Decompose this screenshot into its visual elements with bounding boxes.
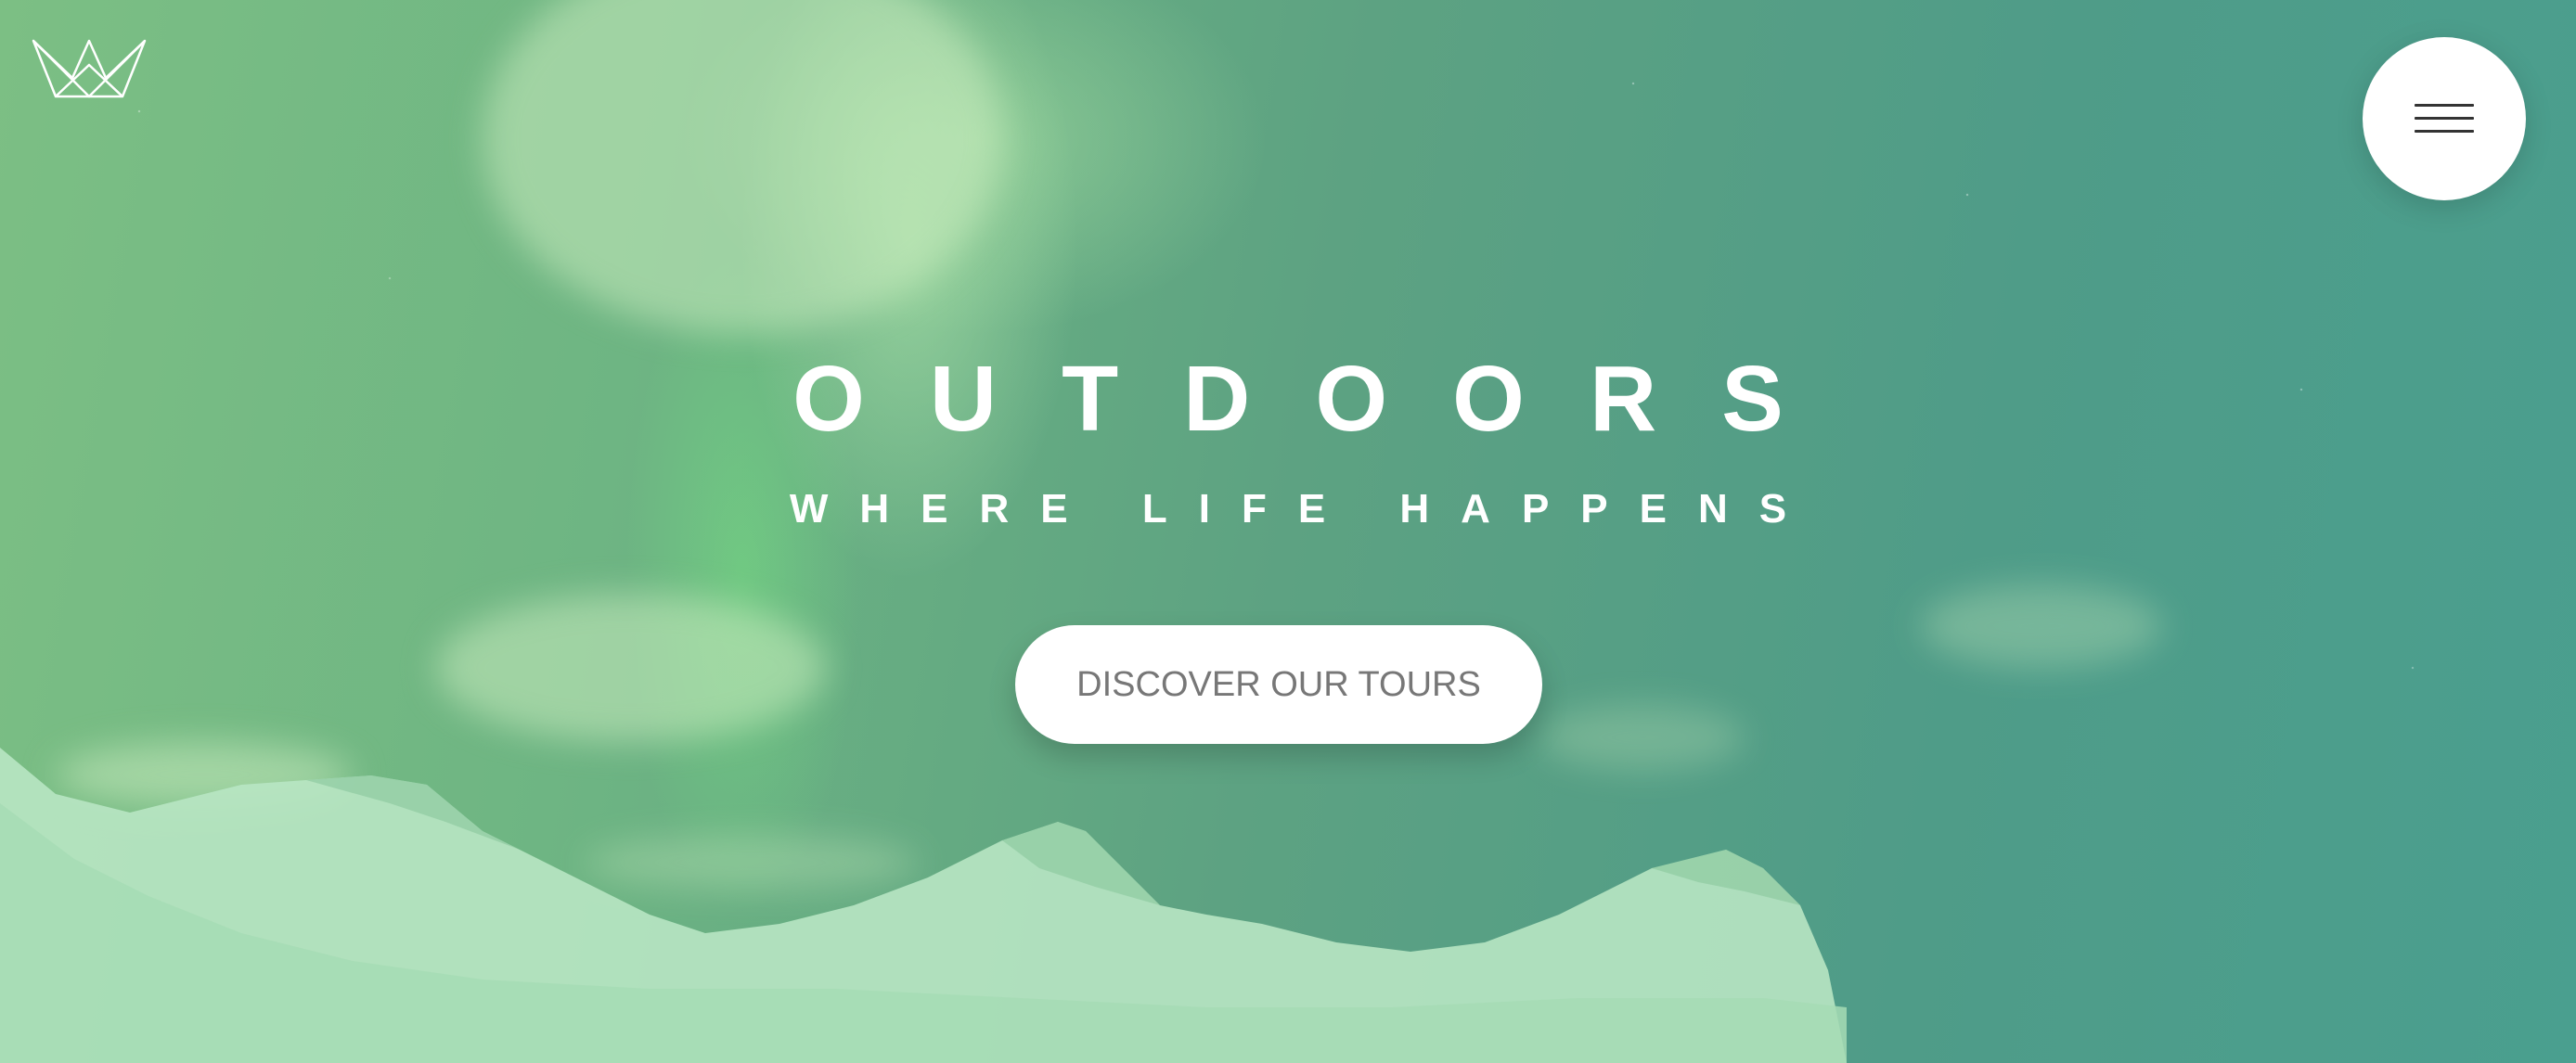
- snowy-mountains: [0, 748, 1847, 1063]
- crown-logo-icon[interactable]: [32, 37, 147, 98]
- hero-heading: OUTDOORS WHERE LIFE HAPPENS: [0, 339, 2576, 537]
- discover-tours-button[interactable]: DISCOVER OUR TOURS: [1015, 625, 1542, 744]
- hero-title: OUTDOORS: [792, 347, 1848, 451]
- hamburger-menu-icon: [2415, 104, 2474, 134]
- hero-subtitle: WHERE LIFE HAPPENS: [789, 486, 1819, 532]
- hero-section: OUTDOORS WHERE LIFE HAPPENS DISCOVER OUR…: [0, 0, 2576, 1063]
- menu-button[interactable]: [2363, 37, 2526, 200]
- cloud: [1921, 584, 2162, 668]
